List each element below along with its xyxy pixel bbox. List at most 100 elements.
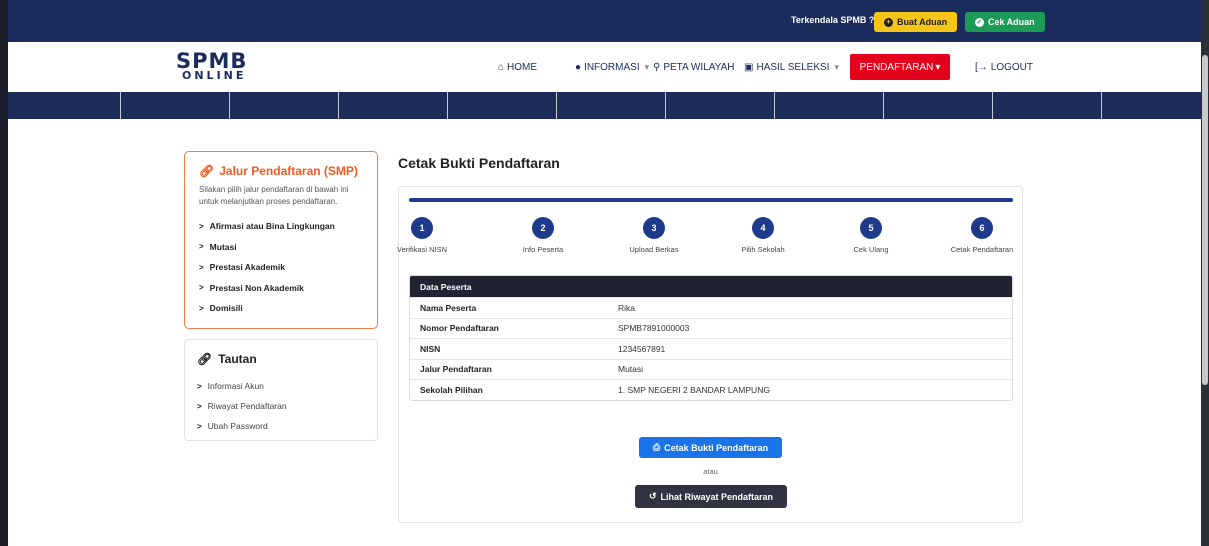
chevron-right-icon: > <box>199 303 204 313</box>
tautan-card: 🔗︎ Tautan > Informasi Akun > Riwayat Penda… <box>184 339 378 441</box>
table-row: Nama Peserta Rika <box>410 297 1012 318</box>
banner-strip <box>8 92 1201 119</box>
link-icon: 🔗︎ <box>197 352 213 366</box>
map-pin-icon: ⚲ <box>653 62 661 73</box>
tautan-title-text: Tautan <box>218 352 257 366</box>
table-row: NISN 1234567891 <box>410 338 1012 359</box>
top-bar: Terkendala SPMB ? + Buat Aduan ✓ Cek Adu… <box>8 0 1201 42</box>
table-header: Data Peserta <box>410 276 1012 297</box>
nav-hasil-seleksi[interactable]: ▣ HASIL SELEKSI <box>744 62 839 73</box>
cetak-bukti-label: Cetak Bukti Pendaftaran <box>664 442 769 453</box>
scrollbar-thumb[interactable] <box>1202 55 1208 385</box>
step-cek-ulang: 5 Cek Ulang <box>826 217 916 254</box>
step-label: Upload Berkas <box>629 245 679 254</box>
nav-pendaftaran[interactable]: PENDAFTARAN <box>850 54 950 80</box>
row-key: Sekolah Pilihan <box>420 384 483 395</box>
step-verifikasi-nisn: 1 Verifikasi NISN <box>377 217 467 254</box>
jalur-pendaftaran-card: 🔗︎ Jalur Pendaftaran (SMP) Silakan pilih… <box>184 151 378 329</box>
tautan-item-label: Riwayat Pendaftaran <box>207 401 287 411</box>
nav-hasil-label: HASIL SELEKSI <box>756 62 830 73</box>
step-label: Pilih Sekolah <box>741 245 785 254</box>
nav-peta-label: PETA WILAYAH <box>663 62 735 73</box>
spmb-logo[interactable]: SPMB ONLINE <box>176 51 247 82</box>
chevron-right-icon: > <box>199 262 204 272</box>
step-info-peserta: 2 Info Peserta <box>498 217 588 254</box>
cek-aduan-button[interactable]: ✓ Cek Aduan <box>965 12 1045 32</box>
jalur-item-label: Prestasi Akademik <box>209 262 285 273</box>
row-value: SPMB7891000003 <box>618 323 690 334</box>
lihat-riwayat-label: Lihat Riwayat Pendaftaran <box>660 491 774 502</box>
logo-line2: ONLINE <box>182 69 247 82</box>
check-circle-icon: ✓ <box>975 17 984 27</box>
tautan-item-label: Informasi Akun <box>207 381 264 391</box>
chevron-right-icon: > <box>197 401 202 411</box>
tautan-item-label: Ubah Password <box>207 421 268 431</box>
cek-aduan-label: Cek Aduan <box>988 17 1035 27</box>
step-upload-berkas: 3 Upload Berkas <box>609 217 699 254</box>
chevron-right-icon: > <box>199 283 204 293</box>
nav-peta-wilayah[interactable]: ⚲ PETA WILAYAH <box>653 62 734 73</box>
row-value: 1. SMP NEGERI 2 BANDAR LAMPUNG <box>618 384 770 395</box>
info-circle-icon: ● <box>575 62 582 73</box>
jalur-item-prestasi-akademik[interactable]: > Prestasi Akademik <box>199 257 363 278</box>
tautan-item-informasi-akun[interactable]: > Informasi Akun <box>197 376 365 396</box>
nav-informasi-label: INFORMASI <box>584 62 640 73</box>
step-label: Verifikasi NISN <box>396 245 447 254</box>
jalur-item-label: Prestasi Non Akademik <box>209 282 304 293</box>
tautan-item-ubah-password[interactable]: > Ubah Password <box>197 416 365 436</box>
jalur-item-afirmasi[interactable]: > Afirmasi atau Bina Lingkungan <box>199 216 363 237</box>
jalur-item-label: Afirmasi atau Bina Lingkungan <box>209 221 335 232</box>
step-number: 4 <box>752 217 774 239</box>
jalur-item-mutasi[interactable]: > Mutasi <box>199 237 363 258</box>
nav-logout[interactable]: [→ LOGOUT <box>975 62 1033 73</box>
scrollbar[interactable] <box>1201 0 1209 546</box>
jalur-item-label: Domisili <box>209 303 243 314</box>
step-number: 2 <box>532 217 554 239</box>
atau-text: atau <box>703 467 718 476</box>
table-row: Sekolah Pilihan 1. SMP NEGERI 2 BANDAR L… <box>410 379 1012 400</box>
progress-bar <box>409 198 1013 202</box>
step-cetak-pendaftaran: 6 Cetak Pendaftaran <box>937 217 1027 254</box>
step-number: 1 <box>411 217 433 239</box>
jalur-item-prestasi-non-akademik[interactable]: > Prestasi Non Akademik <box>199 278 363 299</box>
tautan-title: 🔗︎ Tautan <box>197 352 365 366</box>
jalur-title: 🔗︎ Jalur Pendaftaran (SMP) <box>199 164 363 178</box>
step-pilih-sekolah: 4 Pilih Sekolah <box>718 217 808 254</box>
logout-icon: [→ <box>975 62 988 73</box>
step-number: 5 <box>860 217 882 239</box>
buat-aduan-button[interactable]: + Buat Aduan <box>874 12 958 32</box>
step-label: Cetak Pendaftaran <box>950 245 1014 254</box>
row-value: Mutasi <box>618 364 644 375</box>
step-label: Cek Ulang <box>853 245 889 254</box>
nav-home-label: HOME <box>507 62 538 73</box>
plus-circle-icon: + <box>884 17 893 27</box>
jalur-list: > Afirmasi atau Bina Lingkungan > Mutasi >… <box>199 216 363 319</box>
jalur-description: Silakan pilih jalur pendaftaran di bawah… <box>199 185 349 206</box>
help-question: Terkendala SPMB ? <box>791 15 875 25</box>
row-key: NISN <box>420 343 441 354</box>
row-key: Nama Peserta <box>420 302 477 313</box>
nav-logout-label: LOGOUT <box>990 62 1034 73</box>
chevron-right-icon: > <box>199 242 204 252</box>
nav-pendaftaran-label: PENDAFTARAN <box>859 61 934 73</box>
clipboard-icon: ▣ <box>744 62 754 73</box>
step-number: 6 <box>971 217 993 239</box>
step-number: 3 <box>643 217 665 239</box>
row-value: 1234567891 <box>618 343 666 354</box>
row-key: Nomor Pendaftaran <box>420 323 499 334</box>
tautan-item-riwayat-pendaftaran[interactable]: > Riwayat Pendaftaran <box>197 396 365 416</box>
nav-informasi[interactable]: ● INFORMASI <box>575 62 649 73</box>
lihat-riwayat-button[interactable]: ↺ Lihat Riwayat Pendaftaran <box>635 485 787 508</box>
window-frame-left <box>0 0 8 546</box>
chevron-right-icon: > <box>197 421 202 431</box>
step-label: Info Peserta <box>522 245 564 254</box>
jalur-title-text: Jalur Pendaftaran (SMP) <box>219 164 358 178</box>
cetak-bukti-card: 1 Verifikasi NISN 2 Info Peserta 3 Uploa… <box>397 186 1023 523</box>
chevron-right-icon: > <box>197 381 202 391</box>
data-peserta-table: Data Peserta Nama Peserta Rika Nomor Pen… <box>409 275 1013 401</box>
printer-icon: ⎙ <box>652 442 661 452</box>
nav-home[interactable]: ⌂ HOME <box>498 62 537 73</box>
cetak-bukti-button[interactable]: ⎙ Cetak Bukti Pendaftaran <box>639 437 782 458</box>
jalur-item-domisili[interactable]: > Domisili <box>199 298 363 319</box>
buat-aduan-label: Buat Aduan <box>897 17 948 27</box>
